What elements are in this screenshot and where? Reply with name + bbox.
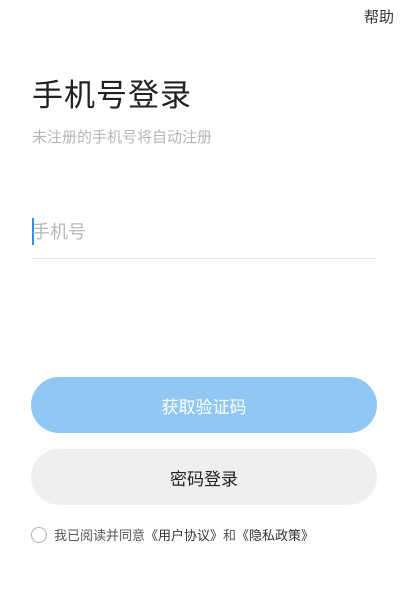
password-login-button[interactable]: 密码登录 (31, 449, 377, 505)
page-title: 手机号登录 (32, 78, 192, 114)
agreement-row: 我已阅读并同意 《用户协议》 和 《隐私政策》 (31, 525, 314, 544)
page-subtitle: 未注册的手机号将自动注册 (32, 128, 213, 146)
user-agreement-link[interactable]: 《用户协议》 (145, 525, 223, 544)
agreement-conjunction: 和 (223, 529, 237, 544)
help-link[interactable]: 帮助 (364, 6, 394, 27)
phone-field[interactable] (32, 214, 377, 259)
get-verification-code-button[interactable]: 获取验证码 (31, 377, 377, 433)
login-screen: 帮助 手机号登录 未注册的手机号将自动注册 获取验证码 密码登录 我已阅读并同意… (0, 0, 408, 613)
agreement-checkbox[interactable] (31, 526, 47, 543)
phone-input[interactable] (32, 214, 377, 250)
agreement-prefix: 我已阅读并同意 (54, 529, 146, 544)
privacy-policy-link[interactable]: 《隐私政策》 (236, 525, 314, 544)
